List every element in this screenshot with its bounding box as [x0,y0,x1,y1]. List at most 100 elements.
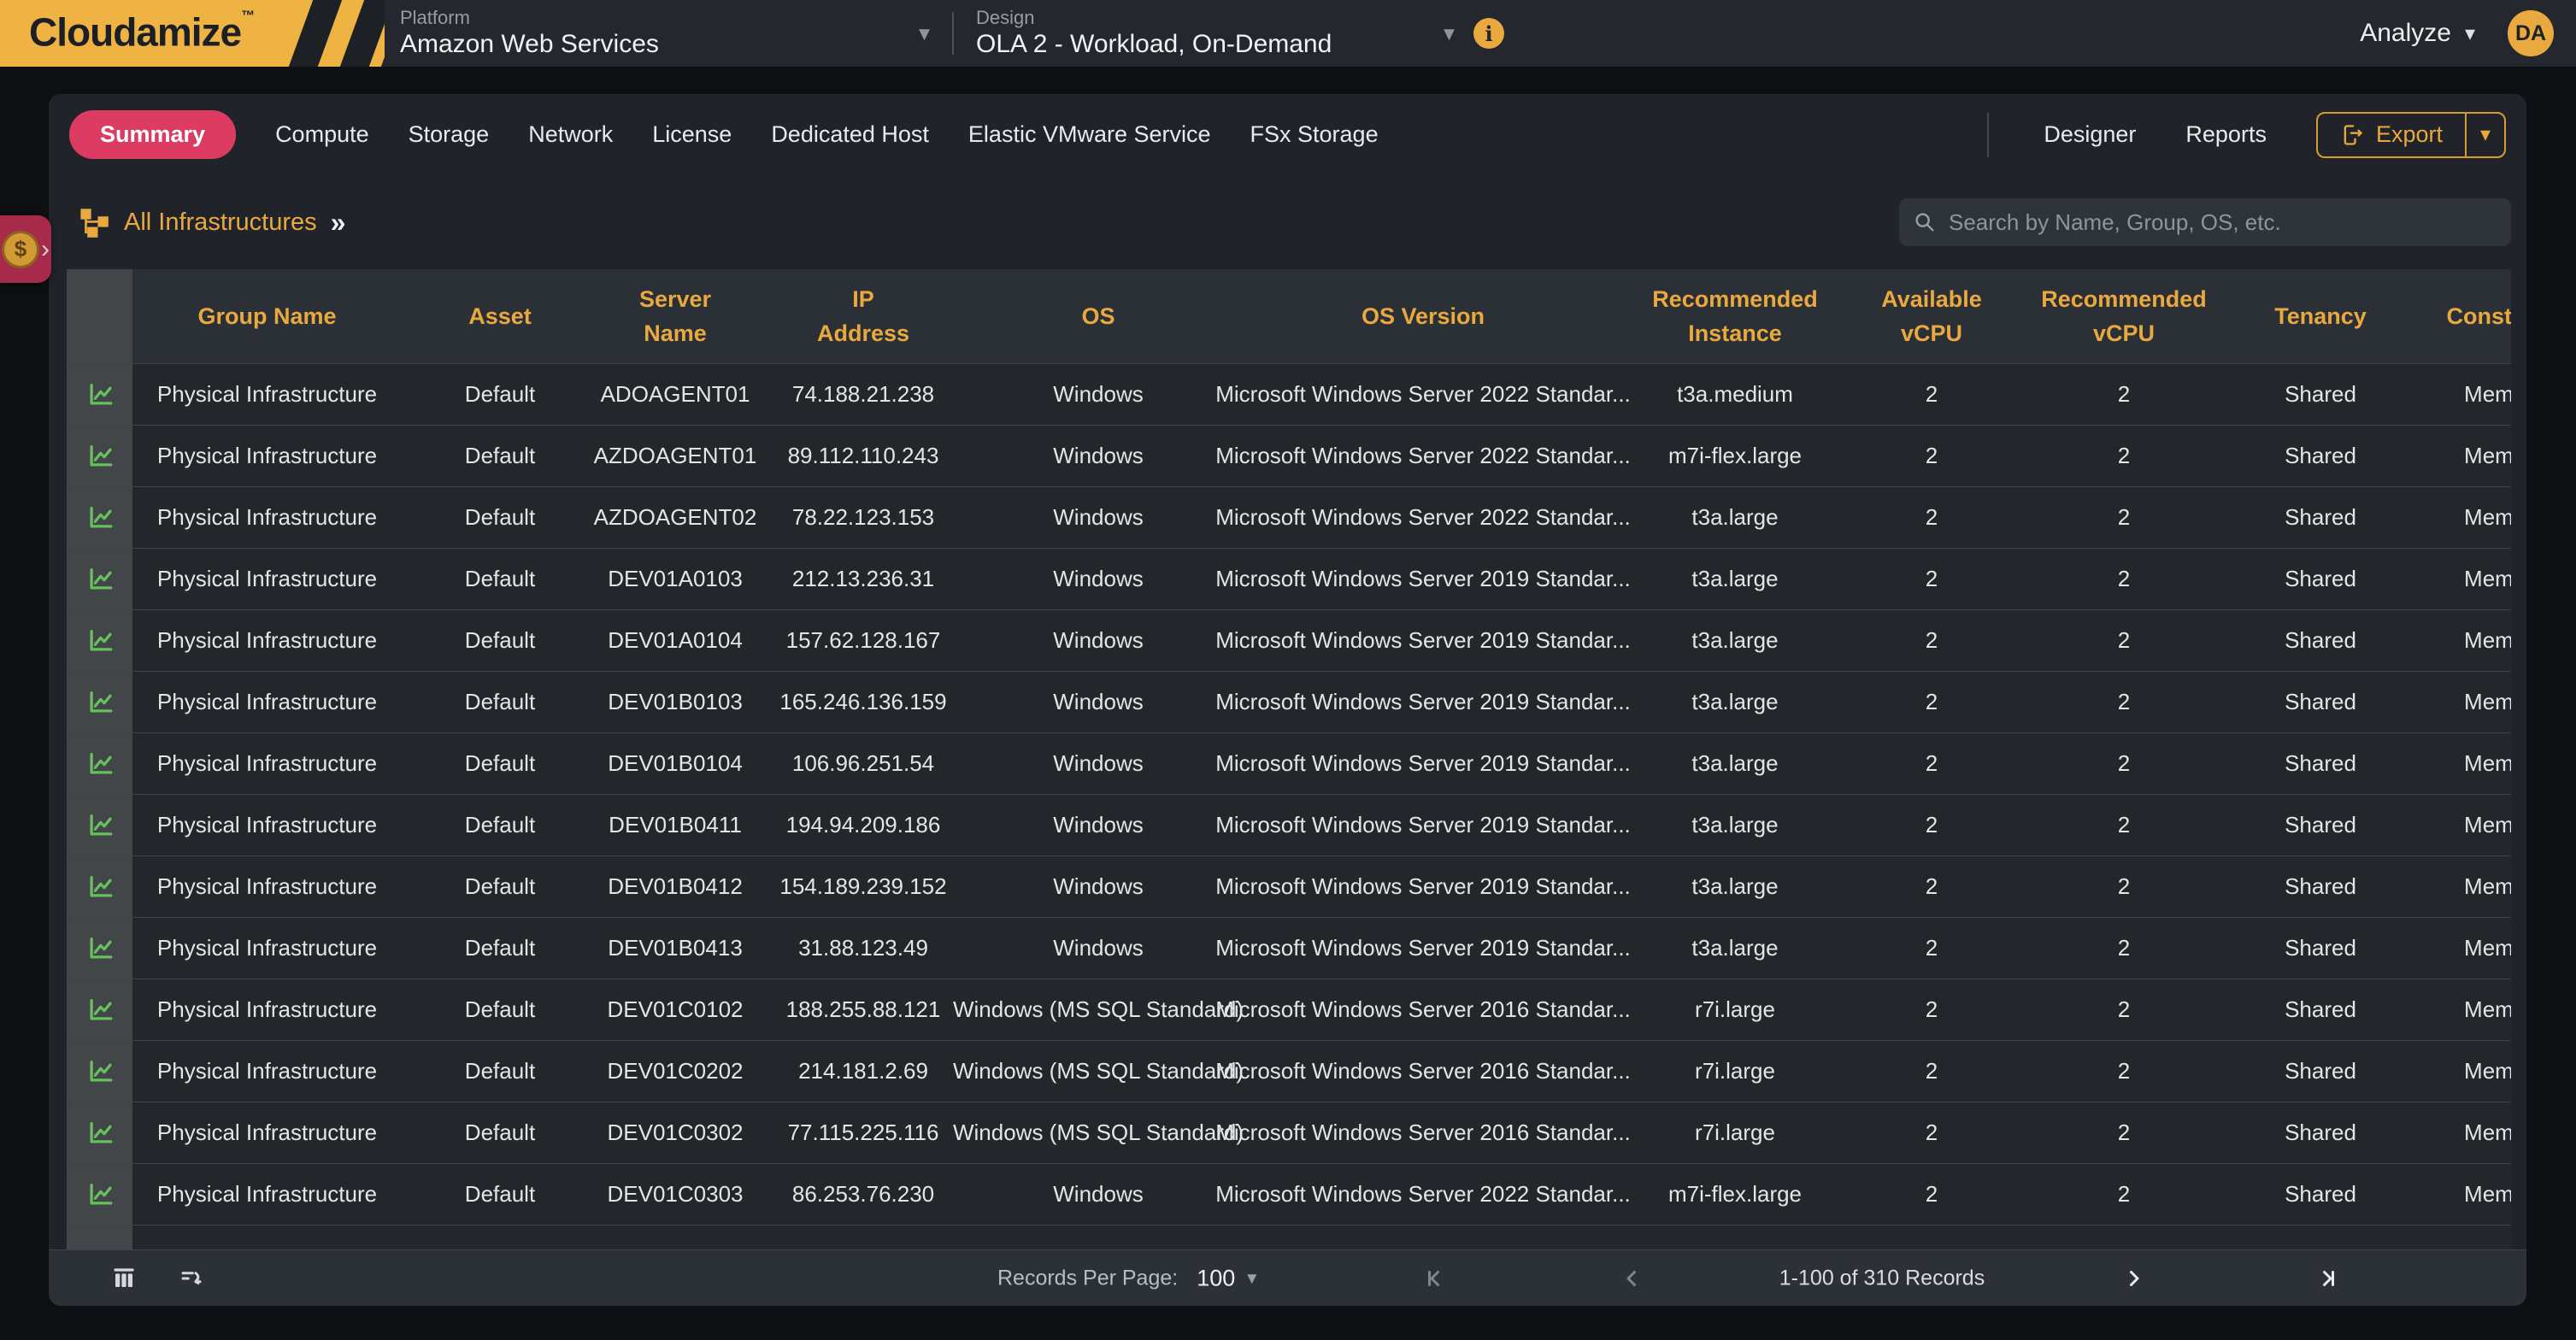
column-header-os[interactable]: OS [974,269,1222,363]
cell-os: Windows [974,795,1222,855]
row-chart-button[interactable] [67,1102,132,1163]
column-header-instance[interactable]: Recommended Instance [1624,269,1846,363]
table-row[interactable]: Physical InfrastructureDefaultDEV01B0411… [67,794,2511,855]
last-page-button[interactable] [2314,1266,2339,1291]
cell-instance: m7i-flex.large [1624,426,1846,486]
cell-tenancy: Shared [2231,672,2410,732]
column-header-os_version[interactable]: OS Version [1222,269,1624,363]
nav-reports[interactable]: Reports [2185,121,2267,148]
cell-recommended_vcpu: 2 [2017,795,2231,855]
table-row[interactable]: Physical InfrastructureDefaultDEV01B0413… [67,917,2511,979]
cost-side-tab[interactable]: $ › [0,215,51,283]
row-chart-button[interactable] [67,733,132,794]
column-header-ip[interactable]: IP Address [752,269,974,363]
cell-group: Physical Infrastructure [132,364,402,425]
cell-available_vcpu: 2 [1846,1102,2017,1163]
tab-storage[interactable]: Storage [409,121,490,148]
table-row[interactable]: Physical InfrastructureDefaultDEV01C0303… [67,1163,2511,1225]
first-page-button[interactable] [1423,1266,1449,1291]
tab-network[interactable]: Network [528,121,613,148]
cell-instance: t3a.large [1624,487,1846,548]
cell-available_vcpu: 2 [1846,979,2017,1040]
cell-server: DEV01A0103 [598,549,752,609]
row-chart-button[interactable] [67,856,132,917]
row-chart-button[interactable] [67,918,132,979]
design-select[interactable]: Design OLA 2 - Workload, On-Demand ▾ [976,0,1455,67]
cell-os_version: Microsoft Windows Server 2019 Standar... [1222,856,1624,917]
dollar-coin-icon: $ [2,231,39,268]
column-header-constraint[interactable]: Constraint [2410,269,2511,363]
breadcrumb-expand-icon[interactable]: » [331,207,346,238]
table-row[interactable]: Physical InfrastructureDefaultDEV01B0412… [67,855,2511,917]
line-chart-icon [85,1119,115,1148]
column-header-group[interactable]: Group Name [132,269,402,363]
table-row[interactable]: Physical InfrastructureDefaultAZDOAGENT0… [67,425,2511,486]
table-row[interactable]: Physical InfrastructureDefaultDEV01B0104… [67,732,2511,794]
chevron-down-icon[interactable]: ▾ [1247,1267,1256,1290]
column-header-available_vcpu[interactable]: Available vCPU [1846,269,2017,363]
table-row[interactable]: Physical InfrastructureDefaultADOAGENT01… [67,363,2511,425]
table-row[interactable]: Physical InfrastructureDefaultDEV01C0302… [67,1102,2511,1163]
cloudamize-logo[interactable]: Cloudamize™ [0,0,385,67]
column-header-tenancy[interactable]: Tenancy [2231,269,2410,363]
nav-designer[interactable]: Designer [2044,121,2136,148]
tab-fsx-storage[interactable]: FSx Storage [1250,121,1379,148]
topbar-divider [952,12,954,55]
line-chart-icon [85,873,115,902]
cell-recommended_vcpu: 2 [2017,918,2231,979]
cell-constraint: Memory [2410,856,2511,917]
export-dropdown-button[interactable]: ▾ [2465,114,2504,156]
search-input[interactable] [1949,209,2497,236]
cell-ip: 157.62.128.167 [752,610,974,671]
column-settings-button[interactable] [111,1266,137,1291]
cell-available_vcpu: 2 [1846,426,2017,486]
cell-ip: 188.255.88.121 [752,979,974,1040]
cell-ip: 78.22.123.153 [752,487,974,548]
cell-asset: Default [402,549,598,609]
column-header-server[interactable]: Server Name [598,269,752,363]
breadcrumb-all-infrastructures[interactable]: All Infrastructures [124,209,317,237]
row-chart-button[interactable] [67,610,132,671]
table-row[interactable]: Physical InfrastructureDefaultAZDOAGENT0… [67,486,2511,548]
table-row[interactable]: Physical InfrastructureDefaultDEV01A0103… [67,548,2511,609]
cell-tenancy: Shared [2231,733,2410,794]
previous-page-button[interactable] [1620,1266,1645,1291]
cell-constraint: Memory [2410,487,2511,548]
tab-compute[interactable]: Compute [275,121,369,148]
table-row[interactable]: Physical InfrastructureDefaultDEV01C0202… [67,1040,2511,1102]
row-chart-button[interactable] [67,549,132,609]
row-chart-button[interactable] [67,1041,132,1102]
row-chart-button[interactable] [67,672,132,732]
row-chart-button[interactable] [67,426,132,486]
row-chart-button[interactable] [67,979,132,1040]
cell-os_version: Microsoft Windows Server 2022 Standar... [1222,1164,1624,1225]
cell-available_vcpu: 2 [1846,733,2017,794]
avatar[interactable]: DA [2508,10,2554,56]
tab-dedicated-host[interactable]: Dedicated Host [771,121,929,148]
tab-summary[interactable]: Summary [69,110,236,159]
table-row[interactable]: Physical InfrastructureDefaultDEV01B0103… [67,671,2511,732]
tab-elastic-vmware-service[interactable]: Elastic VMware Service [968,121,1211,148]
tab-license[interactable]: License [652,121,732,148]
table-row[interactable]: Physical InfrastructureDefaultDEV01A0104… [67,609,2511,671]
records-per-page-value[interactable]: 100 [1197,1265,1235,1291]
column-header-recommended_vcpu[interactable]: Recommended vCPU [2017,269,2231,363]
row-chart-button[interactable] [67,364,132,425]
line-chart-icon [85,811,115,840]
analyze-menu[interactable]: Analyze ▾ [2360,19,2475,48]
platform-select[interactable]: Platform Amazon Web Services ▾ [400,0,930,67]
info-icon[interactable]: i [1473,18,1504,49]
column-header-asset[interactable]: Asset [402,269,598,363]
cell-constraint: Memory [2410,979,2511,1040]
export-button[interactable]: Export [2318,114,2465,156]
row-chart-button[interactable] [67,487,132,548]
cell-os_version: Microsoft Windows Server 2019 Standar... [1222,918,1624,979]
row-chart-button[interactable] [67,1164,132,1225]
row-chart-button[interactable] [67,795,132,855]
next-page-button[interactable] [2120,1266,2146,1291]
row-wrap-button[interactable] [179,1266,204,1291]
table-row[interactable]: Physical InfrastructureDefaultDEV01C0102… [67,979,2511,1040]
cell-os: Windows [974,918,1222,979]
cell-os_version: Microsoft Windows Server 2022 Standar... [1222,364,1624,425]
records-per-page-label: Records Per Page: [997,1266,1178,1290]
